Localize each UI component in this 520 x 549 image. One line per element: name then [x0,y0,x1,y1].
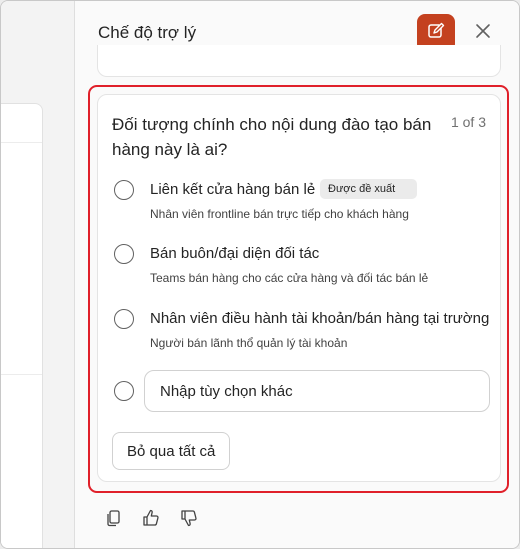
message-actions [101,506,201,530]
compose-icon [427,22,445,45]
thumbs-up-icon[interactable] [139,506,163,530]
copy-icon[interactable] [101,506,125,530]
pane-title: Chế độ trợ lý [98,23,197,42]
assistant-pane: Chế độ trợ lý Đối tượng chính cho nội du… [74,1,519,548]
close-icon [475,23,491,44]
highlight-outline [88,85,509,493]
background-document-area [1,1,75,548]
close-button[interactable] [471,21,495,45]
divider [1,374,42,375]
previous-message-card [97,45,501,77]
background-document-card [1,103,43,548]
thumbs-down-icon[interactable] [177,506,201,530]
app-window: Chế độ trợ lý Đối tượng chính cho nội du… [0,0,520,549]
divider [1,142,42,143]
